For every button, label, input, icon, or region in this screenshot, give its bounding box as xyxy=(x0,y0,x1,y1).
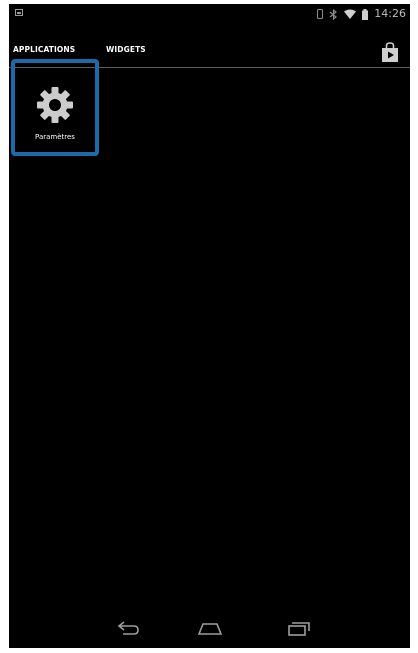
recent-apps-icon[interactable] xyxy=(285,616,313,640)
settings-gear-icon xyxy=(37,87,73,123)
vibrate-icon xyxy=(317,9,324,19)
home-icon[interactable] xyxy=(196,616,224,640)
app-label: Paramètres xyxy=(35,133,75,141)
back-icon[interactable] xyxy=(115,616,143,640)
navigation-bar xyxy=(9,608,410,648)
status-icons: 14:26 xyxy=(317,7,406,21)
status-clock: 14:26 xyxy=(374,7,406,20)
tab-widgets[interactable]: WIDGETS xyxy=(106,45,146,54)
device-screen: 14:26 APPLICATIONS WIDGETS Paramètres xyxy=(9,4,410,648)
app-settings[interactable]: Paramètres xyxy=(14,66,96,152)
notification-icon xyxy=(15,9,23,16)
battery-icon xyxy=(362,8,369,20)
drawer-tabs: APPLICATIONS WIDGETS xyxy=(9,36,410,66)
wifi-icon xyxy=(344,9,357,19)
tab-applications[interactable]: APPLICATIONS xyxy=(13,45,75,54)
bluetooth-icon xyxy=(329,8,338,20)
status-bar: 14:26 xyxy=(9,4,410,24)
play-store-icon[interactable] xyxy=(378,40,402,64)
